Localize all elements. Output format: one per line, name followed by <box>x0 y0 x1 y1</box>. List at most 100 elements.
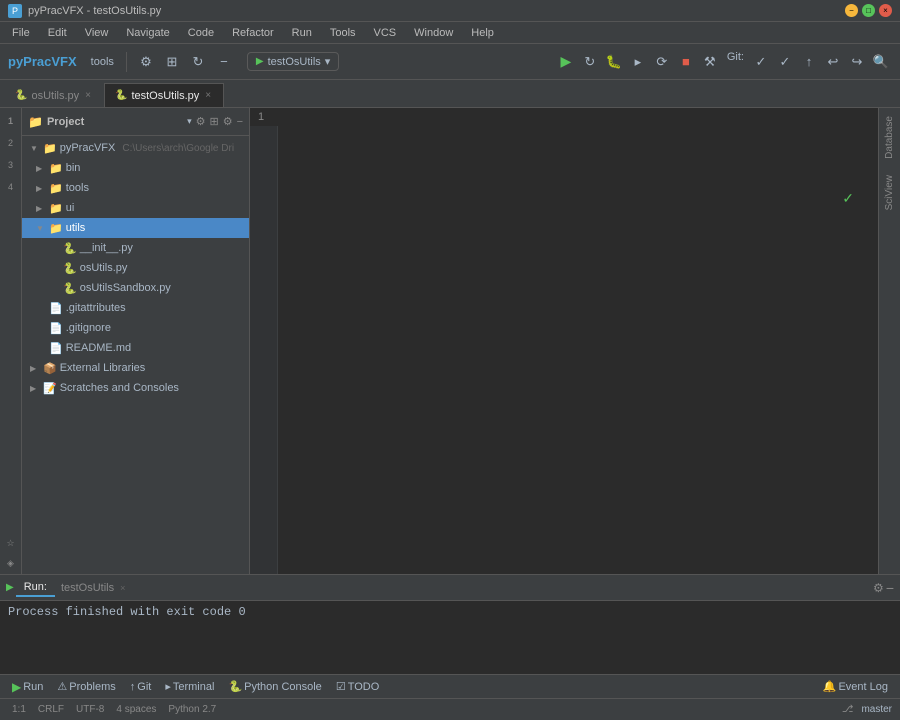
run-config-label: testOsUtils <box>268 56 321 68</box>
bottom-panel: ▶ Run: testOsUtils × ⚙ − Process finishe… <box>0 574 900 674</box>
bottom-tool-tabs: ▶ Run ⚠ Problems ↑ Git ▸ Terminal 🐍 Pyth… <box>0 674 900 698</box>
bottom-python-console-tab[interactable]: 🐍 Python Console <box>222 678 327 695</box>
tree-item-readme[interactable]: 📄 README.md <box>22 338 249 358</box>
tab-py-icon-1: 🐍 <box>15 90 27 101</box>
editor-code[interactable] <box>278 126 878 574</box>
run-button[interactable]: ▶ <box>555 51 577 73</box>
project-tree: ▼ 📁 pyPracVFX C:\Users\arch\Google Dri ▶… <box>22 136 249 574</box>
window-controls: − □ × <box>845 4 892 17</box>
left-panel-icon-3[interactable]: 3 <box>2 156 20 174</box>
status-line-ending[interactable]: CRLF <box>34 704 68 715</box>
right-panel-sciview[interactable]: SciView <box>884 171 895 214</box>
vcs-push-button[interactable]: ↑ <box>798 51 820 73</box>
bottom-git-tab[interactable]: ↑ Git <box>124 679 158 695</box>
toolbar-expand-btn[interactable]: ⊞ <box>161 51 183 73</box>
menu-view[interactable]: View <box>77 25 117 41</box>
menu-run[interactable]: Run <box>284 25 320 41</box>
tab-close-1[interactable]: × <box>83 90 93 101</box>
toolbar-settings-btn[interactable]: ⚙ <box>135 51 157 73</box>
left-panel-icon-1[interactable]: 1 <box>2 112 20 130</box>
minimize-button[interactable]: − <box>845 4 858 17</box>
menu-edit[interactable]: Edit <box>40 25 75 41</box>
tree-file-icon-sandbox: 🐍 <box>63 282 77 295</box>
left-panel-icon-5[interactable]: ☆ <box>2 534 20 552</box>
tab-testosutils[interactable]: 🐍 testOsUtils.py × <box>104 83 224 107</box>
status-python-version[interactable]: Python 2.7 <box>164 704 220 715</box>
close-button[interactable]: × <box>879 4 892 17</box>
status-indent[interactable]: 4 spaces <box>112 704 160 715</box>
menu-help[interactable]: Help <box>463 25 502 41</box>
tree-item-scratches[interactable]: ▶ 📝 Scratches and Consoles <box>22 378 249 398</box>
menu-tools[interactable]: Tools <box>322 25 364 41</box>
tree-item-tools[interactable]: ▶ 📁 tools <box>22 178 249 198</box>
bottom-settings-btn[interactable]: ⚙ <box>873 581 884 595</box>
toolbar-collapse-btn[interactable]: − <box>213 51 235 73</box>
event-log-icon: 🔔 <box>823 680 837 693</box>
bottom-minimize-btn[interactable]: − <box>886 580 894 596</box>
tree-item-init-py[interactable]: 🐍 __init__.py <box>22 238 249 258</box>
menu-vcs[interactable]: VCS <box>366 25 405 41</box>
tree-item-pypracvfx[interactable]: ▼ 📁 pyPracVFX C:\Users\arch\Google Dri <box>22 138 249 158</box>
project-settings-btn[interactable]: ⚙ <box>196 115 206 128</box>
tree-item-bin[interactable]: ▶ 📁 bin <box>22 158 249 178</box>
project-header: 📁 Project ▾ ⚙ ⊞ ⚙ − <box>22 108 249 136</box>
vcs-update-button[interactable]: ✓ <box>750 51 772 73</box>
root-path: C:\Users\arch\Google Dri <box>122 143 234 154</box>
resume-button[interactable]: ↻ <box>579 51 601 73</box>
problems-icon: ⚠ <box>57 680 67 693</box>
left-panel-icon-2[interactable]: 2 <box>2 134 20 152</box>
vcs-commit-button[interactable]: ✓ <box>774 51 796 73</box>
tree-item-gitattributes[interactable]: 📄 .gitattributes <box>22 298 249 318</box>
bottom-todo-tab[interactable]: ☑ TODO <box>330 678 385 695</box>
status-line-col[interactable]: 1:1 <box>8 704 30 715</box>
toolbar-sync-btn[interactable]: ↻ <box>187 51 209 73</box>
project-expand-btn[interactable]: ⊞ <box>209 115 218 128</box>
tree-item-ui[interactable]: ▶ 📁 ui <box>22 198 249 218</box>
tree-item-osutilssandbox-py[interactable]: 🐍 osUtilsSandbox.py <box>22 278 249 298</box>
tree-item-utils[interactable]: ▼ 📁 utils <box>22 218 249 238</box>
redo-button[interactable]: ↪ <box>846 51 868 73</box>
left-panel-icon-4[interactable]: 4 <box>2 178 20 196</box>
profile-button[interactable]: ⟳ <box>651 51 673 73</box>
stop-button[interactable]: ■ <box>675 51 697 73</box>
git-icon: ↑ <box>130 681 136 693</box>
tree-item-gitignore[interactable]: 📄 .gitignore <box>22 318 249 338</box>
debug-button[interactable]: 🐛 <box>603 51 625 73</box>
project-gear-btn[interactable]: ⚙ <box>223 115 233 128</box>
run-config-selector[interactable]: ▶ testOsUtils ▾ <box>247 52 339 71</box>
bottom-tab-run[interactable]: Run: <box>16 579 55 597</box>
build-button[interactable]: ⚒ <box>699 51 721 73</box>
coverage-button[interactable]: ▸ <box>627 51 649 73</box>
run-icon: ▶ <box>256 56 264 67</box>
tree-folder-icon-root: 📁 <box>43 142 57 155</box>
todo-label: TODO <box>348 681 380 693</box>
maximize-button[interactable]: □ <box>862 4 875 17</box>
project-dropdown-icon[interactable]: ▾ <box>187 116 192 127</box>
tree-item-osutils-py[interactable]: 🐍 osUtils.py <box>22 258 249 278</box>
status-encoding[interactable]: UTF-8 <box>72 704 108 715</box>
menu-code[interactable]: Code <box>180 25 222 41</box>
tree-arrow-scratches: ▶ <box>30 384 40 393</box>
menu-window[interactable]: Window <box>406 25 461 41</box>
tab-osutils[interactable]: 🐍 osUtils.py × <box>4 83 104 107</box>
bottom-run-tab-close[interactable]: × <box>120 583 125 593</box>
menu-file[interactable]: File <box>4 25 38 41</box>
tab-close-2[interactable]: × <box>203 90 213 101</box>
bottom-event-log-tab[interactable]: 🔔 Event Log <box>817 678 894 695</box>
menu-refactor[interactable]: Refactor <box>224 25 282 41</box>
tree-item-external-libs[interactable]: ▶ 📦 External Libraries <box>22 358 249 378</box>
bottom-run-tab-btn[interactable]: ▶ Run <box>6 678 49 696</box>
tree-arrow-tools: ▶ <box>36 184 46 193</box>
right-panel-database[interactable]: Database <box>884 112 895 163</box>
bottom-problems-tab[interactable]: ⚠ Problems <box>51 678 121 695</box>
status-branch-name[interactable]: master <box>861 704 892 715</box>
bottom-terminal-tab[interactable]: ▸ Terminal <box>159 678 220 695</box>
tree-arrow-pypracvfx: ▼ <box>30 144 40 153</box>
left-panel-icon-6[interactable]: ◈ <box>2 556 20 574</box>
menu-navigate[interactable]: Navigate <box>118 25 177 41</box>
tree-label-pypracvfx: pyPracVFX <box>60 142 116 154</box>
project-minus-btn[interactable]: − <box>237 116 243 128</box>
undo-button[interactable]: ↩ <box>822 51 844 73</box>
search-button[interactable]: 🔍 <box>870 51 892 73</box>
run-tab-label: Run <box>23 681 43 693</box>
